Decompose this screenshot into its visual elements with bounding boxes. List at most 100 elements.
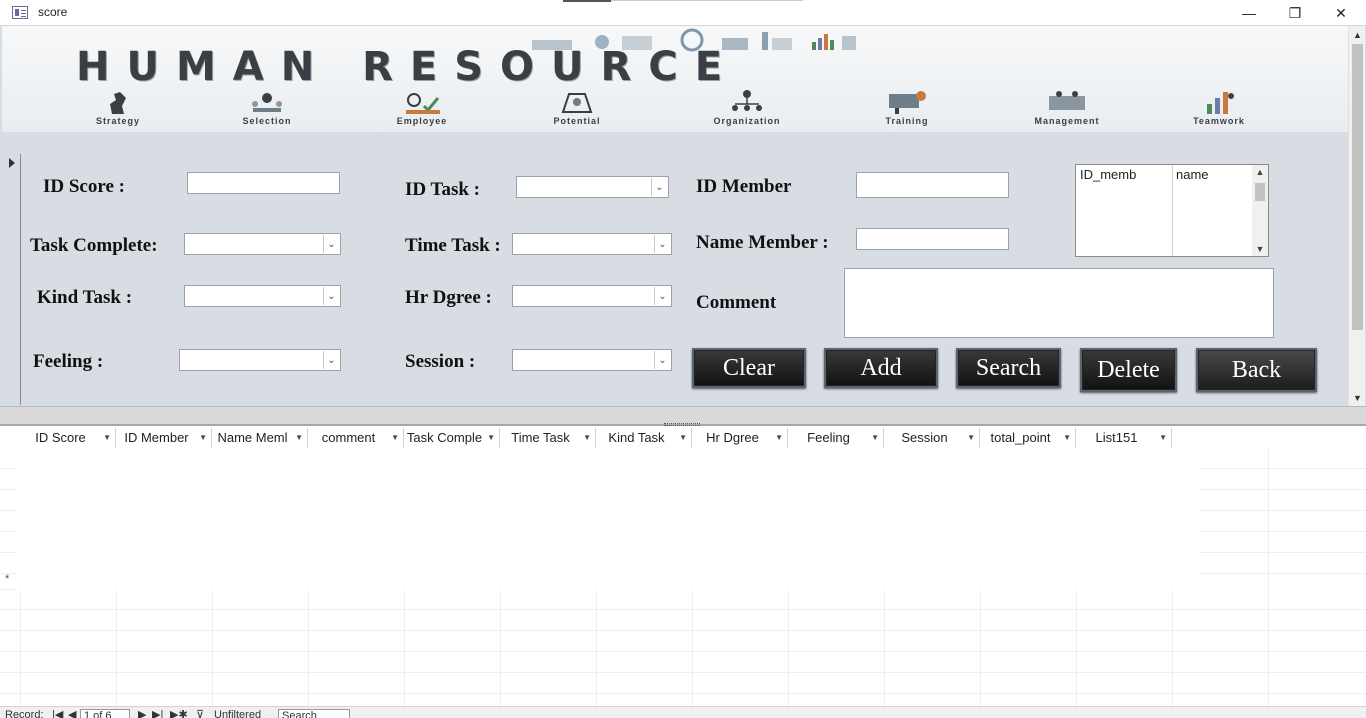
filter-status[interactable]: Unfiltered — [214, 709, 261, 718]
minimize-button[interactable]: — — [1226, 0, 1272, 26]
column-header-list151[interactable]: List151 ▼ — [1076, 428, 1172, 448]
datasheet-header: ID Score ▼ ID Member ▼ Name Meml ▼ comment ▼… — [0, 428, 1172, 448]
splitter-grip-icon[interactable] — [664, 423, 700, 426]
datasheet-rows[interactable] — [16, 448, 1200, 590]
chevron-down-icon[interactable]: ▼ — [1159, 428, 1167, 448]
column-header-total-point[interactable]: total_point ▼ — [980, 428, 1076, 448]
member-listbox[interactable]: ID_memb name ▲ ▼ — [1075, 164, 1269, 257]
listbox-scrollbar[interactable]: ▲ ▼ — [1252, 165, 1268, 256]
chevron-down-icon[interactable]: ▼ — [103, 428, 111, 448]
banner-item-label: Training — [885, 116, 929, 126]
new-record-icon[interactable]: ▶✱ — [170, 709, 188, 718]
clear-button[interactable]: Clear — [692, 348, 806, 388]
comment-textarea[interactable] — [844, 268, 1274, 338]
time-task-combo[interactable]: ⌄ — [512, 233, 672, 255]
chevron-down-icon[interactable]: ⌄ — [654, 351, 670, 369]
first-record-icon[interactable]: |◀ — [52, 709, 63, 718]
next-record-icon[interactable]: ▶ — [138, 709, 146, 718]
last-record-icon[interactable]: ▶| — [152, 709, 163, 718]
feeling-combo[interactable]: ⌄ — [179, 349, 341, 371]
session-combo[interactable]: ⌄ — [512, 349, 672, 371]
back-button[interactable]: Back — [1196, 348, 1317, 392]
chevron-down-icon[interactable]: ▼ — [1063, 428, 1071, 448]
record-label: Record: — [5, 709, 44, 718]
column-header-kind-task[interactable]: Kind Task ▼ — [596, 428, 692, 448]
chevron-down-icon[interactable]: ▼ — [871, 428, 879, 448]
chevron-down-icon[interactable]: ▼ — [199, 428, 207, 448]
id-score-input[interactable] — [187, 172, 340, 194]
scrollbar-thumb[interactable] — [1352, 44, 1363, 330]
chevron-down-icon[interactable]: ⌄ — [323, 287, 339, 305]
chevron-down-icon[interactable]: ⌄ — [651, 178, 667, 196]
chevron-down-icon[interactable]: ⌄ — [654, 235, 670, 253]
scroll-down-icon[interactable]: ▼ — [1349, 389, 1366, 406]
management-icon — [1049, 91, 1085, 110]
close-button[interactable]: ✕ — [1318, 0, 1364, 26]
banner-title: HUMAN RESOURCE — [76, 44, 740, 90]
scrollbar-thumb[interactable] — [1255, 183, 1265, 201]
chevron-down-icon[interactable]: ▼ — [679, 428, 687, 448]
search-button[interactable]: Search — [956, 348, 1061, 388]
add-button[interactable]: Add — [824, 348, 938, 388]
chevron-down-icon[interactable]: ⌄ — [323, 351, 339, 369]
chevron-down-icon[interactable]: ▼ — [967, 428, 975, 448]
scroll-up-icon[interactable]: ▲ — [1252, 165, 1268, 179]
filter-icon[interactable]: ⊽ — [196, 709, 204, 718]
column-header-session[interactable]: Session ▼ — [884, 428, 980, 448]
id-member-label: ID Member — [696, 176, 792, 197]
listbox-header-name: name — [1176, 167, 1209, 182]
column-header-time-task[interactable]: Time Task ▼ — [500, 428, 596, 448]
kind-task-label: Kind Task : — [37, 287, 133, 308]
id-task-combo[interactable]: ⌄ — [516, 176, 669, 198]
search-input[interactable]: Search — [278, 709, 350, 718]
banner-item-label: Organization — [713, 116, 781, 126]
hr-dgree-combo[interactable]: ⌄ — [512, 285, 672, 307]
chevron-down-icon[interactable]: ⌄ — [323, 235, 339, 253]
name-member-input[interactable] — [856, 228, 1009, 250]
current-record-field[interactable]: 1 of 6 — [80, 709, 130, 718]
chevron-down-icon[interactable]: ▼ — [391, 428, 399, 448]
restore-button[interactable]: ❐ — [1272, 0, 1318, 26]
listbox-header-id-memb: ID_memb — [1080, 167, 1137, 182]
current-record-arrow-icon — [9, 158, 15, 168]
banner-item-organization: Organization — [687, 86, 807, 126]
column-header-name-member[interactable]: Name Meml ▼ — [212, 428, 308, 448]
selection-icon — [252, 93, 282, 112]
kind-task-combo[interactable]: ⌄ — [184, 285, 341, 307]
delete-button[interactable]: Delete — [1080, 348, 1177, 392]
scroll-up-icon[interactable]: ▲ — [1349, 26, 1366, 43]
banner-item-label: Strategy — [95, 116, 140, 126]
id-member-input[interactable] — [856, 172, 1009, 198]
session-label: Session : — [405, 351, 476, 372]
banner-item-label: Management — [1034, 116, 1100, 126]
hr-banner-image: HUMAN RESOURCE Strategy Selection Employ… — [2, 26, 1348, 132]
hr-dgree-label: Hr Dgree : — [405, 287, 492, 308]
column-header-hr-dgree[interactable]: Hr Dgree ▼ — [692, 428, 788, 448]
select-all-corner[interactable] — [0, 428, 20, 448]
column-header-id-score[interactable]: ID Score ▼ — [20, 428, 116, 448]
task-complete-label: Task Complete: — [30, 235, 158, 256]
record-selector[interactable] — [3, 154, 21, 405]
chevron-down-icon[interactable]: ▼ — [295, 428, 303, 448]
task-complete-combo[interactable]: ⌄ — [184, 233, 341, 255]
title-bar: score — ❐ ✕ — [0, 0, 1366, 26]
chevron-down-icon[interactable]: ⌄ — [654, 287, 670, 305]
column-header-id-member[interactable]: ID Member ▼ — [116, 428, 212, 448]
banner-item-management: Management — [1007, 86, 1127, 126]
training-icon — [889, 91, 926, 114]
teamwork-chart-icon — [1207, 92, 1234, 114]
column-header-task-complete[interactable]: Task Comple ▼ — [404, 428, 500, 448]
banner-item-selection: Selection — [207, 86, 327, 126]
column-header-comment[interactable]: comment ▼ — [308, 428, 404, 448]
banner-item-strategy: Strategy — [58, 86, 178, 126]
split-form-divider[interactable] — [0, 406, 1366, 426]
form-scrollbar[interactable]: ▲ ▼ — [1348, 26, 1365, 406]
chevron-down-icon[interactable]: ▼ — [583, 428, 591, 448]
chevron-down-icon[interactable]: ▼ — [487, 428, 495, 448]
column-header-feeling[interactable]: Feeling ▼ — [788, 428, 884, 448]
new-record-marker[interactable]: * — [5, 573, 9, 585]
banner-item-label: Employee — [396, 116, 448, 126]
previous-record-icon[interactable]: ◀ — [68, 709, 76, 718]
scroll-down-icon[interactable]: ▼ — [1252, 242, 1268, 256]
chevron-down-icon[interactable]: ▼ — [775, 428, 783, 448]
